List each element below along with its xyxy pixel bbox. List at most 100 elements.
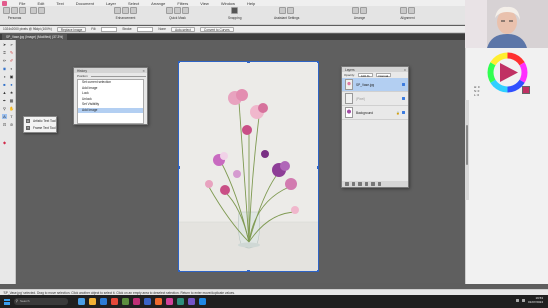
magnet-icon[interactable] [231, 7, 239, 14]
lasso-icon[interactable] [174, 7, 181, 14]
layer-row[interactable]: SP_Vase.jpg [342, 78, 408, 92]
blend-mode-select[interactable]: Normal [375, 73, 392, 78]
fill-tool-icon[interactable]: ◉ [2, 66, 7, 71]
taskbar-search[interactable]: ⚲ Search [14, 298, 68, 305]
brush-tool-icon[interactable]: ✐ [9, 58, 14, 63]
resize-handle[interactable] [247, 62, 250, 63]
add-layer-icon[interactable] [371, 182, 375, 186]
enhancement-group[interactable]: Enhancement [114, 7, 137, 20]
taskbar-app-icon[interactable] [177, 298, 184, 305]
move-forward-icon[interactable] [360, 7, 367, 14]
trash-icon[interactable] [377, 182, 381, 186]
taskbar-app-icon[interactable] [111, 298, 118, 305]
resize-handle[interactable] [247, 270, 250, 271]
auto-select-dropdown[interactable]: Auto-select [170, 26, 195, 32]
align-left-icon[interactable] [400, 7, 407, 14]
taskbar-app-icon[interactable] [199, 298, 206, 305]
layer-row[interactable]: Background 🔒 [342, 106, 408, 120]
designer-persona-icon[interactable] [3, 7, 10, 14]
auto-contrast-icon[interactable] [130, 7, 137, 14]
menu-help[interactable]: Help [247, 1, 255, 6]
lock-icon[interactable]: 🔒 [396, 111, 400, 115]
text-tool-icon[interactable]: A [2, 114, 7, 119]
taskbar-app-icon[interactable] [78, 298, 85, 305]
primary-color-icon[interactable]: ◆ [2, 140, 7, 145]
document-page[interactable] [178, 61, 319, 272]
assistant-group[interactable]: Assistant Settings [274, 7, 299, 20]
flyout-item-frame-text[interactable]: T Frame Text Tool [24, 124, 56, 131]
resize-handle[interactable] [317, 270, 318, 271]
quick-mask-group[interactable]: Quick Mask [166, 7, 189, 20]
personas-group[interactable]: Personas [3, 7, 26, 20]
current-color-swatch[interactable] [522, 86, 530, 94]
volume-icon[interactable] [521, 299, 525, 303]
move-tool-icon[interactable]: ➤ [2, 42, 7, 47]
table-tool-icon[interactable]: ▦ [9, 98, 14, 103]
share-icon[interactable] [38, 7, 45, 14]
taskbar-app-icon[interactable] [100, 298, 107, 305]
visibility-checkbox[interactable] [402, 111, 405, 114]
stroke-swatch[interactable] [137, 26, 154, 32]
taskbar-app-icon[interactable] [89, 298, 96, 305]
snapping-group[interactable]: Snapping [228, 7, 241, 20]
color-picker-tool-icon[interactable]: ✒ [2, 98, 7, 103]
pencil-tool-icon[interactable]: ✏ [2, 58, 7, 63]
visibility-checkbox[interactable] [402, 97, 405, 100]
place-image-tool-icon[interactable]: ▣ [9, 74, 14, 79]
resize-handle[interactable] [179, 166, 180, 169]
vector-crop-tool-icon[interactable]: ⊡ [2, 122, 7, 127]
white-balance-icon[interactable] [122, 7, 129, 14]
taskbar-app-icon[interactable] [144, 298, 151, 305]
mask-icon[interactable] [358, 182, 362, 186]
resize-handle[interactable] [179, 270, 180, 271]
tuxedo-icon[interactable] [287, 7, 295, 14]
opacity-field[interactable]: 100 % [358, 73, 373, 78]
resize-handle[interactable] [317, 62, 318, 63]
taskbar-app-icon[interactable] [155, 298, 162, 305]
clock[interactable]: 19:53 01/07/2024 [528, 296, 543, 304]
group-icon[interactable] [364, 182, 368, 186]
stroke-value[interactable]: None [158, 27, 166, 31]
zoom-tool-icon[interactable]: ⚲ [2, 106, 7, 111]
crop-tool-icon[interactable]: ⌗ [2, 50, 7, 55]
gear-icon[interactable] [30, 7, 37, 14]
slice-tool-icon[interactable]: ⊘ [9, 122, 14, 127]
network-icon[interactable] [515, 299, 519, 303]
move-back-icon[interactable] [352, 7, 359, 14]
pen-tool-icon[interactable]: ✎ [9, 50, 14, 55]
convert-to-curves-button[interactable]: Convert to Curves [199, 26, 234, 32]
menu-filters[interactable]: Filters [177, 1, 188, 6]
menu-view[interactable]: View [200, 1, 209, 6]
close-icon[interactable]: ✕ [142, 69, 145, 73]
transparency-tool-icon[interactable]: ◑ [2, 74, 7, 79]
marquee-icon[interactable] [166, 7, 173, 14]
menu-layer[interactable]: Layer [106, 1, 116, 6]
fx-icon[interactable] [351, 182, 355, 186]
history-slider[interactable] [90, 75, 146, 77]
menu-edit[interactable]: Edit [37, 1, 44, 6]
adjustment-icon[interactable] [345, 182, 349, 186]
history-item-selected[interactable]: Add Image [78, 107, 143, 113]
alignment-group[interactable]: Alignment [400, 7, 415, 20]
replace-image-button[interactable]: Replace Image [56, 26, 87, 32]
view-tool-icon[interactable]: ✋ [9, 106, 14, 111]
taskbar-app-icon[interactable] [133, 298, 140, 305]
fill-swatch[interactable] [101, 26, 118, 32]
pixel-persona-icon[interactable] [11, 7, 18, 14]
taskbar-app-icon[interactable] [188, 298, 195, 305]
rectangle-tool-icon[interactable]: ■ [2, 82, 7, 87]
align-center-icon[interactable] [408, 7, 415, 14]
node-tool-icon[interactable]: ➢ [9, 42, 14, 47]
arrange-group[interactable]: Arrange [352, 7, 367, 20]
triangle-tool-icon[interactable]: ▲ [2, 90, 7, 95]
menu-document[interactable]: Document [76, 1, 94, 6]
gradient-tool-icon[interactable]: ◐ [9, 66, 14, 71]
menu-text[interactable]: Text [56, 1, 63, 6]
menu-arrange[interactable]: Arrange [151, 1, 165, 6]
assistant-icon[interactable] [279, 7, 287, 14]
menu-select[interactable]: Select [128, 1, 139, 6]
layer-row[interactable]: (Pixel) [342, 92, 408, 106]
scrollbar-thumb[interactable] [466, 125, 468, 165]
export-persona-icon[interactable] [19, 7, 26, 14]
ellipse-tool-icon[interactable]: ● [9, 82, 14, 87]
